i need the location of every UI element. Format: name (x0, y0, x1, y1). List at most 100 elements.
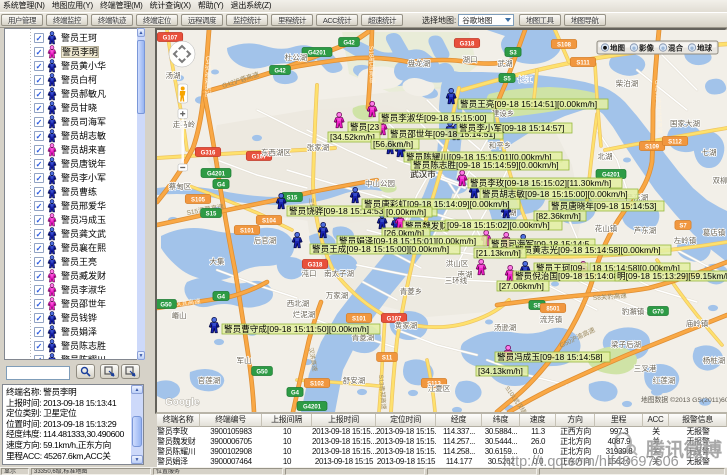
svg-text:汤湖: 汤湖 (166, 71, 181, 80)
svg-text:警员[23: 警员[23 (350, 121, 379, 132)
svg-text:G4京港澳高速: G4京港澳高速 (204, 56, 213, 98)
svg-text:S111: S111 (576, 60, 590, 66)
svg-text:沌口: 沌口 (302, 268, 317, 278)
svg-text:盘龙湖: 盘龙湖 (408, 58, 431, 68)
svg-text:G107: G107 (163, 35, 178, 41)
svg-text:[34.13km/h]: [34.13km/h] (478, 366, 523, 376)
svg-text:黄家湖: 黄家湖 (395, 320, 418, 330)
svg-text:警员冯成玉[09-18 15:14:58]: 警员冯成玉[09-18 15:14:58] (497, 351, 603, 362)
svg-text:警员李淑华[09-18 15:15:00]: 警员李淑华[09-18 15:15:00] (381, 112, 487, 123)
svg-text:武湖: 武湖 (498, 58, 513, 68)
svg-text:警员陈志胜[09-18 15:14:59][0.00km/h: 警员陈志胜[09-18 15:14:59][0.00km/h] (413, 159, 559, 170)
svg-text:[0.00km/h]: [0.00km/h] (386, 207, 426, 217)
svg-text:芦东湖: 芦东湖 (634, 225, 657, 235)
svg-text:地图数据 ©2013 GS(2011)6020号: 地图数据 ©2013 GS(2011)6020号 (641, 395, 727, 404)
svg-text:军山: 军山 (237, 355, 252, 365)
svg-text:东西湖区: 东西湖区 (261, 147, 291, 157)
svg-text:明[09-18 15:13:29][59.15km/h]: 明[09-18 15:13:29][59.15km/h] (617, 271, 727, 281)
svg-text:武汉市: 武汉市 (410, 169, 436, 179)
svg-text:北湖: 北湖 (598, 152, 613, 161)
svg-text:G4201: G4201 (207, 171, 226, 177)
svg-text:G4: G4 (217, 182, 226, 188)
svg-text:警员曹守成[09-18 15:11:50][0.00km/h: 警员曹守成[09-18 15:11:50][0.00km/h] (224, 323, 369, 334)
svg-text:湖口: 湖口 (463, 55, 478, 64)
svg-text:[56.6km/h]: [56.6km/h] (373, 139, 413, 149)
svg-text:S15: S15 (206, 211, 217, 217)
svg-text:烂泥湖: 烂泥湖 (293, 309, 316, 319)
svg-text:万家湖: 万家湖 (326, 290, 349, 300)
svg-text:杨桩湖: 杨桩湖 (703, 355, 726, 365)
svg-text:G42: G42 (343, 40, 355, 46)
svg-text:[27.06km/h]: [27.06km/h] (499, 281, 544, 291)
svg-text:影像: 影像 (639, 43, 654, 53)
svg-text:[82.36km/h]: [82.36km/h] (536, 211, 581, 221)
svg-text:G4: G4 (291, 390, 300, 396)
svg-text:长江: 长江 (518, 74, 533, 84)
svg-text:柴泊湖: 柴泊湖 (616, 78, 639, 88)
svg-text:警员王成[09-18 15:15:00][0.00km/h]: 警员王成[09-18 15:15:00][0.00km/h] (312, 243, 449, 254)
svg-text:警员唐晓年[09-18 15:14:53]: 警员唐晓年[09-18 15:14:53] (551, 200, 657, 211)
svg-text:地球: 地球 (697, 43, 712, 53)
svg-text:S15: S15 (287, 195, 298, 201)
svg-text:走马岭: 走马岭 (173, 119, 196, 129)
svg-text:S105: S105 (191, 197, 206, 203)
svg-text:三环线: 三环线 (445, 275, 468, 285)
svg-text:国家大湖: 国家大湖 (670, 118, 700, 128)
svg-text:G70: G70 (652, 309, 664, 315)
svg-text:G4: G4 (217, 294, 226, 300)
svg-text:江夏区: 江夏区 (428, 384, 451, 393)
svg-text:㟭山: 㟭山 (172, 310, 187, 320)
svg-text:[09-18 15:15:02][0.00km/h]: [09-18 15:15:02][0.00km/h] (447, 220, 550, 230)
svg-text:警员王亮[09-18 15:14:51][0.00km/h]: 警员王亮[09-18 15:14:51][0.00km/h] (460, 98, 597, 109)
svg-text:舒安湖: 舒安湖 (343, 375, 366, 385)
svg-text:杜公湖: 杜公湖 (285, 52, 308, 62)
svg-text:后官湖: 后官湖 (254, 235, 277, 245)
svg-text:葛店镇: 葛店镇 (703, 227, 726, 237)
svg-text:左岭镇: 左岭镇 (674, 235, 697, 245)
svg-text:中山公园: 中山公园 (365, 178, 395, 188)
svg-text:8501: 8501 (546, 306, 560, 312)
svg-text:S101: S101 (352, 316, 367, 322)
svg-text:G318: G318 (308, 262, 323, 268)
svg-text:庙岭镇: 庙岭镇 (686, 318, 709, 328)
svg-text:汤逊湖: 汤逊湖 (494, 322, 517, 332)
svg-text:西北湖: 西北湖 (287, 299, 310, 308)
svg-text:红莲湖: 红莲湖 (653, 375, 676, 385)
svg-text:花山镇: 花山镇 (595, 223, 618, 233)
svg-text:G50: G50 (160, 302, 172, 308)
svg-text:[34.52km/h]: [34.52km/h] (330, 132, 375, 142)
svg-text:青菱乡: 青菱乡 (400, 286, 423, 296)
svg-text:S109: S109 (645, 144, 660, 150)
svg-text:G50: G50 (256, 369, 268, 375)
svg-text:S112: S112 (668, 139, 682, 145)
svg-text:G318: G318 (460, 41, 475, 47)
svg-text:官莲湖: 官莲湖 (198, 375, 221, 385)
svg-text:梁子后湖: 梁子后湖 (611, 339, 641, 349)
svg-text:G4201: G4201 (303, 404, 322, 410)
svg-text:警员胡志敏[09-18 15:15:00][0.00km/h: 警员胡志敏[09-18 15:15:00][0.00km/h] (482, 188, 628, 199)
svg-text:G316: G316 (201, 150, 216, 156)
svg-text:流芳镇: 流芳镇 (540, 314, 563, 324)
svg-text:混合: 混合 (668, 43, 683, 53)
svg-text:S5: S5 (503, 76, 511, 82)
svg-text:地图: 地图 (610, 43, 625, 53)
svg-text:洪山区: 洪山区 (446, 258, 469, 268)
svg-text:和平乡: 和平乡 (489, 141, 512, 150)
svg-text:七湖: 七湖 (702, 148, 717, 157)
svg-text:南太子湖: 南太子湖 (324, 268, 354, 278)
svg-text:张家湖: 张家湖 (307, 142, 330, 152)
svg-text:警员倪治国[09-18 15:14:08]: 警员倪治国[09-18 15:14:08] (515, 270, 621, 281)
svg-text:G42: G42 (274, 68, 286, 74)
svg-text:Google: Google (165, 397, 200, 408)
svg-text:S7: S7 (679, 223, 687, 229)
svg-text:警员黄志光[09-18 15:14:58][0.00km/h: 警员黄志光[09-18 15:14:58][0.00km/h] (515, 244, 661, 255)
svg-text:三叉港: 三叉港 (634, 363, 657, 373)
svg-text:S104: S104 (262, 218, 277, 224)
svg-text:蔡甸区: 蔡甸区 (169, 181, 192, 191)
svg-text:警员李玫[09-18 15:15:02][11.30km/h: 警员李玫[09-18 15:15:02][11.30km/h] (470, 177, 611, 188)
svg-text:建设乡: 建设乡 (492, 108, 515, 118)
svg-text:G4201: G4201 (308, 50, 327, 56)
svg-text:S108: S108 (557, 42, 572, 48)
svg-text:警员李小军[09-18 15:14:57]: 警员李小军[09-18 15:14:57] (459, 122, 565, 133)
svg-text:S101: S101 (240, 228, 255, 234)
